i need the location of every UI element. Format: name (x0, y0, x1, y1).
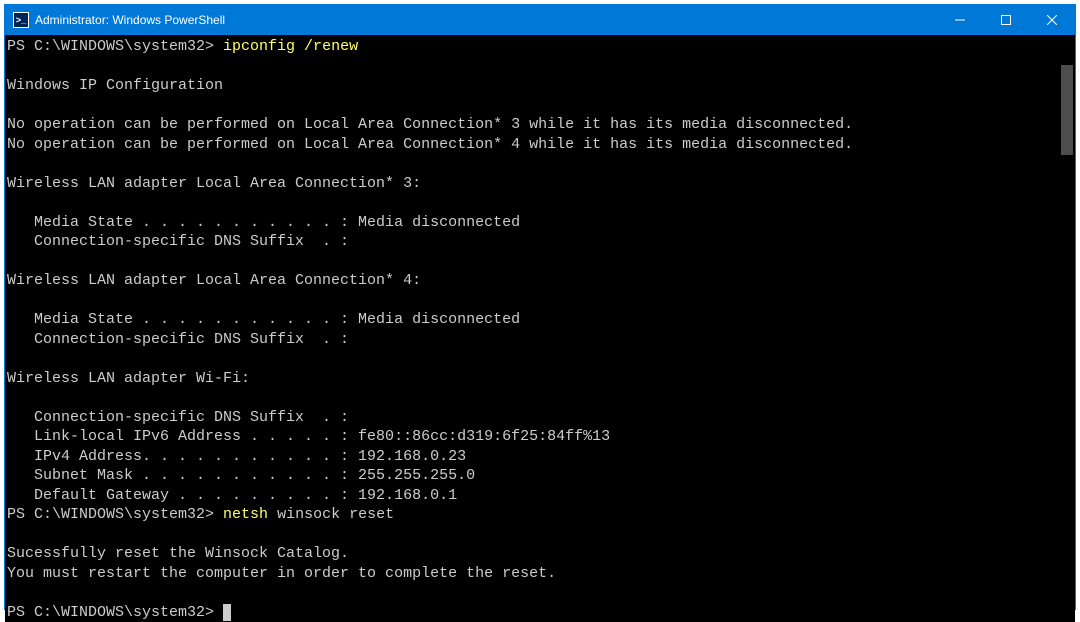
command-text: winsock reset (277, 506, 394, 523)
output-line: Windows IP Configuration (7, 77, 223, 94)
output-line: Sucessfully reset the Winsock Catalog. (7, 545, 349, 562)
terminal-output[interactable]: PS C:\WINDOWS\system32> ipconfig /renew … (5, 35, 1059, 622)
powershell-window: >_ Administrator: Windows PowerShell PS … (4, 4, 1076, 610)
vertical-scrollbar[interactable] (1059, 35, 1075, 622)
window-title: Administrator: Windows PowerShell (35, 13, 225, 27)
content-area: PS C:\WINDOWS\system32> ipconfig /renew … (5, 35, 1075, 622)
command-text: netsh (223, 506, 277, 523)
output-line: Subnet Mask . . . . . . . . . . . : 255.… (7, 467, 475, 484)
output-line: Media State . . . . . . . . . . . : Medi… (7, 311, 520, 328)
prompt: PS C:\WINDOWS\system32> (7, 604, 223, 621)
output-line: Wireless LAN adapter Wi-Fi: (7, 370, 250, 387)
output-line: Connection-specific DNS Suffix . : (7, 233, 349, 250)
output-line: No operation can be performed on Local A… (7, 116, 853, 133)
prompt: PS C:\WINDOWS\system32> (7, 38, 223, 55)
titlebar[interactable]: >_ Administrator: Windows PowerShell (5, 5, 1075, 35)
output-line: Default Gateway . . . . . . . . . : 192.… (7, 487, 457, 504)
cursor (223, 604, 231, 621)
output-line: Media State . . . . . . . . . . . : Medi… (7, 214, 520, 231)
output-line: Wireless LAN adapter Local Area Connecti… (7, 272, 421, 289)
output-line: You must restart the computer in order t… (7, 565, 556, 582)
powershell-icon: >_ (13, 12, 29, 28)
output-line: Link-local IPv6 Address . . . . . : fe80… (7, 428, 610, 445)
scrollbar-thumb[interactable] (1061, 65, 1073, 155)
output-line: Connection-specific DNS Suffix . : (7, 409, 349, 426)
maximize-button[interactable] (983, 5, 1029, 35)
output-line: Wireless LAN adapter Local Area Connecti… (7, 175, 421, 192)
close-button[interactable] (1029, 5, 1075, 35)
output-line: IPv4 Address. . . . . . . . . . . : 192.… (7, 448, 466, 465)
command-text: ipconfig /renew (223, 38, 358, 55)
minimize-button[interactable] (937, 5, 983, 35)
output-line: Connection-specific DNS Suffix . : (7, 331, 349, 348)
prompt: PS C:\WINDOWS\system32> (7, 506, 223, 523)
output-line: No operation can be performed on Local A… (7, 136, 853, 153)
